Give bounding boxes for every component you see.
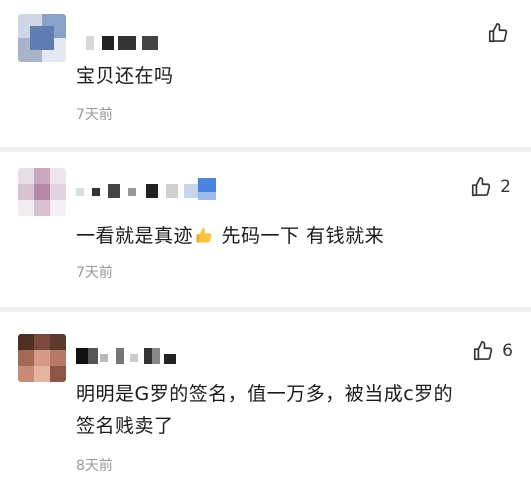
thumbs-up-outline-icon bbox=[472, 177, 491, 197]
like-count: 2 bbox=[500, 177, 511, 197]
comment-time: 8天前 bbox=[76, 458, 113, 474]
avatar[interactable] bbox=[18, 14, 66, 62]
avatar[interactable] bbox=[18, 168, 66, 216]
comment-text-part: 先码一下 有钱就来 bbox=[215, 225, 385, 247]
thumbs-up-outline-icon bbox=[488, 23, 508, 43]
like-count: 6 bbox=[502, 341, 513, 361]
comment-text: 明明是G罗的签名，值一万多，被当成c罗的 签名贱卖了 bbox=[76, 378, 453, 442]
like-button[interactable]: 6 bbox=[472, 340, 513, 362]
comment-text: 一看就是真迹 先码一下 有钱就来 bbox=[76, 220, 384, 252]
username-obscured[interactable] bbox=[76, 36, 166, 50]
avatar[interactable] bbox=[18, 334, 66, 382]
thumbs-up-emoji-icon bbox=[196, 227, 212, 243]
comment-time: 7天前 bbox=[76, 265, 113, 281]
like-button[interactable]: 2 bbox=[470, 176, 511, 198]
comment-text-line: 签名贱卖了 bbox=[76, 415, 174, 437]
thumbs-up-outline-icon bbox=[474, 341, 493, 361]
username-obscured[interactable] bbox=[76, 178, 226, 200]
comment-text-part: 一看就是真迹 bbox=[76, 225, 194, 247]
comment-item: 2 一看就是真迹 先码一下 有钱就来 7天前 bbox=[0, 152, 531, 307]
username-obscured[interactable] bbox=[76, 348, 186, 364]
comment-text-line: 明明是G罗的签名，值一万多，被当成c罗的 bbox=[76, 383, 454, 405]
like-button[interactable] bbox=[487, 22, 509, 44]
comment-item: 宝贝还在吗 7天前 bbox=[0, 0, 531, 147]
comment-time: 7天前 bbox=[76, 107, 113, 123]
comment-text: 宝贝还在吗 bbox=[76, 65, 174, 87]
comment-item: 6 明明是G罗的签名，值一万多，被当成c罗的 签名贱卖了 8天前 bbox=[0, 312, 531, 486]
